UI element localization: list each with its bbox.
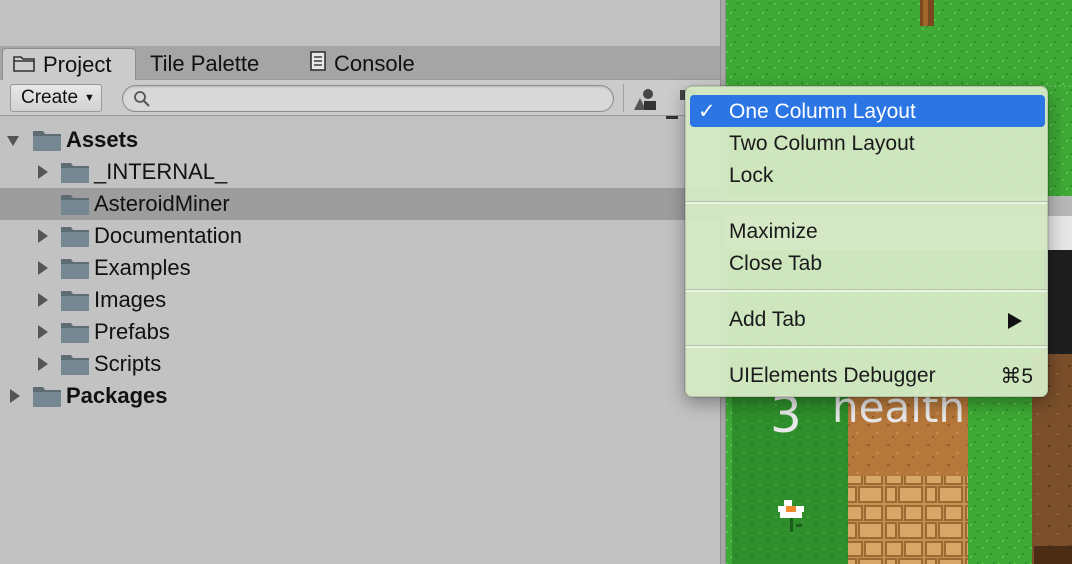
collapsed-arrow-icon[interactable] bbox=[36, 356, 50, 372]
menu-item-two-column-layout[interactable]: Two Column Layout bbox=[690, 127, 1045, 159]
tree-item-documentation[interactable]: Documentation bbox=[0, 220, 724, 252]
tab-console[interactable]: Console bbox=[300, 48, 425, 80]
menu-item-maximize[interactable]: Maximize bbox=[690, 215, 1045, 247]
menu-item-one-column-layout[interactable]: ✓ One Column Layout bbox=[690, 95, 1045, 127]
dropdown-caret-icon: ▼ bbox=[84, 92, 95, 104]
expanded-arrow-icon[interactable] bbox=[6, 132, 20, 148]
project-window: Project Tile Palette Console Create ▼ As… bbox=[0, 0, 724, 564]
folder-icon bbox=[61, 227, 89, 247]
tree-item-label: Prefabs bbox=[94, 319, 170, 344]
tab-bar: Project Tile Palette Console bbox=[0, 46, 724, 119]
tab-tile-palette[interactable]: Tile Palette bbox=[140, 48, 269, 80]
project-toolbar: Create ▼ bbox=[0, 80, 724, 116]
tree-item-scripts[interactable]: Scripts bbox=[0, 348, 724, 380]
tree-item-label: Packages bbox=[66, 383, 168, 408]
tree-item-internal[interactable]: _INTERNAL_ bbox=[0, 156, 724, 188]
tree-item-packages[interactable]: Packages bbox=[0, 380, 724, 412]
menu-item-label: Close Tab bbox=[729, 252, 823, 275]
toolbar-divider bbox=[623, 84, 624, 112]
folder-icon bbox=[61, 163, 89, 183]
tab-project-label: Project bbox=[43, 52, 112, 77]
search-input[interactable] bbox=[157, 88, 597, 109]
tree-item-examples[interactable]: Examples bbox=[0, 252, 724, 284]
tree-item-images[interactable]: Images bbox=[0, 284, 724, 316]
folder-icon bbox=[33, 387, 61, 407]
menu-item-uielements-debugger[interactable]: UIElements Debugger ⌘5 bbox=[690, 359, 1045, 391]
tree-item-label: Assets bbox=[66, 127, 139, 152]
tab-project[interactable]: Project bbox=[2, 48, 136, 81]
folder-icon bbox=[61, 259, 89, 279]
create-button-label: Create bbox=[21, 87, 79, 108]
checkmark-icon: ✓ bbox=[698, 100, 716, 123]
folder-tab-icon bbox=[13, 52, 35, 78]
collapsed-arrow-icon[interactable] bbox=[36, 164, 50, 180]
menu-item-label: One Column Layout bbox=[729, 100, 916, 123]
collapsed-arrow-icon[interactable] bbox=[36, 260, 50, 276]
tree-item-asteroidminer[interactable]: AsteroidMiner bbox=[0, 188, 724, 220]
tree-item-prefabs[interactable]: Prefabs bbox=[0, 316, 724, 348]
folder-icon bbox=[61, 323, 89, 343]
folder-icon bbox=[61, 195, 89, 215]
collapsed-arrow-icon[interactable] bbox=[36, 292, 50, 308]
collapsed-arrow-icon[interactable] bbox=[8, 388, 22, 404]
search-field[interactable] bbox=[122, 85, 614, 112]
menu-item-label: Two Column Layout bbox=[729, 132, 915, 155]
menu-separator bbox=[686, 201, 1047, 204]
menu-item-label: Add Tab bbox=[729, 308, 806, 331]
tree-item-assets[interactable]: Assets bbox=[0, 124, 724, 156]
search-icon bbox=[133, 90, 151, 108]
folder-icon bbox=[33, 131, 61, 151]
submenu-arrow-icon bbox=[1008, 313, 1022, 329]
tree-item-label: Examples bbox=[94, 255, 191, 280]
tab-console-label: Console bbox=[334, 51, 415, 76]
menu-item-label: Lock bbox=[729, 164, 774, 187]
menu-item-lock[interactable]: Lock bbox=[690, 159, 1045, 191]
menu-separator bbox=[686, 289, 1047, 292]
menu-item-label: UIElements Debugger bbox=[729, 364, 936, 387]
folder-icon bbox=[61, 291, 89, 311]
panel-top-area bbox=[0, 0, 724, 46]
menu-item-label: Maximize bbox=[729, 220, 818, 243]
tree-item-label: Images bbox=[94, 287, 167, 312]
menu-item-close-tab[interactable]: Close Tab bbox=[690, 247, 1045, 279]
collapsed-arrow-icon[interactable] bbox=[36, 228, 50, 244]
tree-item-label: Scripts bbox=[94, 351, 162, 376]
tree-item-label: AsteroidMiner bbox=[94, 191, 230, 216]
filter-by-type-icon[interactable] bbox=[630, 86, 660, 112]
keyboard-shortcut: ⌘5 bbox=[1000, 365, 1033, 388]
tab-context-menu: ✓ One Column Layout Two Column Layout Lo… bbox=[685, 86, 1048, 397]
console-icon bbox=[310, 51, 326, 77]
menu-separator bbox=[686, 345, 1047, 348]
tree-item-label: _INTERNAL_ bbox=[94, 159, 228, 184]
menu-item-add-tab[interactable]: Add Tab bbox=[690, 303, 1045, 335]
tree-item-label: Documentation bbox=[94, 223, 242, 248]
folder-icon bbox=[61, 355, 89, 375]
tab-tile-palette-label: Tile Palette bbox=[150, 51, 260, 76]
collapsed-arrow-icon[interactable] bbox=[36, 324, 50, 340]
create-dropdown-button[interactable]: Create ▼ bbox=[10, 84, 102, 112]
